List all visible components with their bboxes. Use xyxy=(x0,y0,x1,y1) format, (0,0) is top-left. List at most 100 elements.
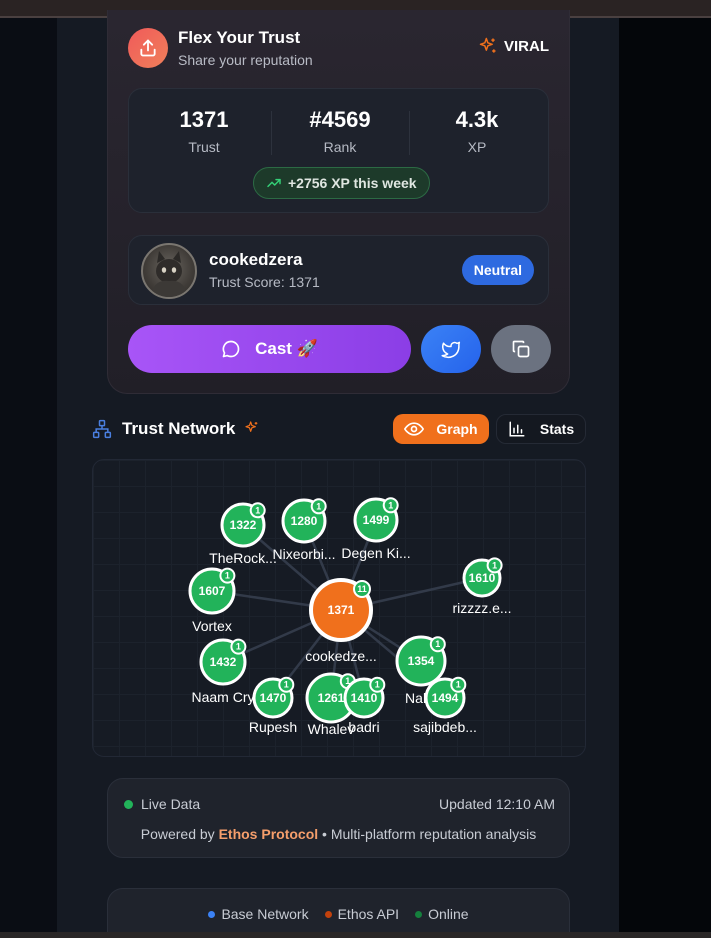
trust-network-graph[interactable]: 1322 1 TheRock... 1280 1 Nixeorbi... 1499 1 Dege… xyxy=(92,459,586,757)
eye-icon xyxy=(404,422,425,436)
network-node[interactable]: 16101 rizzzz.e... xyxy=(452,557,512,616)
graph-view-button[interactable]: Graph xyxy=(393,414,489,444)
node-score: 1371 xyxy=(328,603,355,617)
copy-button[interactable] xyxy=(491,325,551,373)
node-label: Degen Ki... xyxy=(341,545,410,561)
status-dot xyxy=(324,910,332,918)
status-ethos-label: Ethos API xyxy=(337,906,400,922)
share-icon[interactable] xyxy=(128,28,168,68)
stat-trust: 1371 Trust xyxy=(139,107,269,155)
node-label: Whalev xyxy=(308,721,355,737)
chat-bubble-icon xyxy=(222,340,240,358)
data-info-card: Live Data Updated 12:10 AM Powered by Et… xyxy=(107,778,570,858)
stat-rank-label: Rank xyxy=(323,139,357,155)
browser-bottom-bar xyxy=(0,932,711,938)
node-count: 11 xyxy=(357,584,367,594)
ethos-protocol-link[interactable]: Ethos Protocol xyxy=(219,826,319,842)
node-count: 1 xyxy=(236,642,241,652)
node-score: 1470 xyxy=(260,691,287,705)
user-trust-score: Trust Score: 1371 xyxy=(209,274,320,290)
node-count: 1 xyxy=(456,680,461,690)
trending-up-icon xyxy=(267,178,281,188)
network-icon xyxy=(92,419,112,439)
network-node-center[interactable]: 137111 cookedze... xyxy=(305,578,377,664)
trust-network-header: Trust Network Graph Stats xyxy=(92,413,586,447)
node-score: 1322 xyxy=(230,518,257,532)
node-score: 1261 xyxy=(318,691,345,705)
node-label: TheRock... xyxy=(209,550,277,566)
network-node[interactable]: 1432 1 Naam Cry xyxy=(191,638,255,705)
twitter-icon xyxy=(441,341,461,359)
stats-box: 1371 Trust #4569 Rank 4.3k XP +2756 XP t… xyxy=(128,88,549,213)
xp-week-badge: +2756 XP this week xyxy=(253,167,430,199)
node-count: 1 xyxy=(388,500,393,510)
network-node[interactable]: 1607 1 Vortex xyxy=(188,567,236,634)
sparkles-icon xyxy=(245,421,258,432)
section-title: Trust Network xyxy=(122,419,236,438)
viral-label: VIRAL xyxy=(504,37,549,55)
left-margin xyxy=(0,18,57,938)
status-online: Online xyxy=(415,906,469,922)
stat-xp: 4.3k XP xyxy=(412,107,542,155)
node-count: 1 xyxy=(225,571,230,581)
cast-button[interactable]: Cast 🚀 xyxy=(128,325,411,373)
powered-suffix: • Multi-platform reputation analysis xyxy=(318,826,537,842)
copy-icon xyxy=(512,340,530,358)
live-data-label: Live Data xyxy=(141,796,201,812)
network-graph-canvas[interactable]: 1322 1 TheRock... 1280 1 Nixeorbi... 1499 1 Dege… xyxy=(93,460,586,757)
cast-label: Cast 🚀 xyxy=(255,339,318,358)
status-dot xyxy=(415,910,423,918)
node-score: 1432 xyxy=(210,655,237,669)
status-base-network: Base Network xyxy=(208,906,309,922)
node-count: 1 xyxy=(492,560,497,570)
network-node[interactable]: 1280 1 Nixeorbi... xyxy=(272,498,336,562)
node-score: 1499 xyxy=(363,513,390,527)
node-score: 1494 xyxy=(432,691,459,705)
node-score: 1610 xyxy=(469,571,496,585)
status-dot xyxy=(208,910,216,918)
xp-week-text: +2756 XP this week xyxy=(288,175,417,191)
node-label: Nixeorbi... xyxy=(272,546,335,562)
stat-rank: #4569 Rank xyxy=(275,107,405,155)
stats-label: Stats xyxy=(539,421,575,437)
node-label: Rupesh xyxy=(249,719,297,735)
live-dot xyxy=(124,799,133,809)
viral-badge: VIRAL xyxy=(478,36,549,56)
username: cookedzera xyxy=(209,250,303,269)
node-score: 1410 xyxy=(351,691,378,705)
stat-trust-value: 1371 xyxy=(179,107,229,132)
right-margin xyxy=(619,18,711,938)
status-row: Base Network Ethos API Online xyxy=(108,906,569,922)
twitter-share-button[interactable] xyxy=(421,325,481,373)
user-card: cookedzera Trust Score: 1371 Neutral xyxy=(128,235,549,305)
node-count: 1 xyxy=(284,680,289,690)
network-node[interactable]: 1322 1 TheRock... xyxy=(209,502,277,566)
stats-view-button[interactable]: Stats xyxy=(496,414,586,444)
stat-xp-value: 4.3k xyxy=(455,107,499,132)
node-label: Naam Cry xyxy=(191,689,254,705)
node-count: 1 xyxy=(375,680,380,690)
share-card: Flex Your Trust Share your reputation VI… xyxy=(107,10,570,394)
node-label: Vortex xyxy=(192,618,232,634)
node-label: rizzzz.e... xyxy=(452,600,511,616)
status-ethos-api: Ethos API xyxy=(324,906,400,922)
share-subtitle: Share your reputation xyxy=(178,52,313,68)
status-card: Base Network Ethos API Online xyxy=(107,888,570,938)
stat-rank-value: #4569 xyxy=(309,107,371,132)
network-node[interactable]: 14701 Rupesh xyxy=(249,676,297,735)
live-data-indicator: Live Data xyxy=(124,796,200,812)
stat-xp-label: XP xyxy=(467,139,487,155)
graph-label: Graph xyxy=(436,421,478,437)
powered-prefix: Powered by xyxy=(140,826,219,842)
stat-trust-label: Trust xyxy=(188,139,220,155)
node-count: 1 xyxy=(316,501,321,511)
stat-divider xyxy=(271,111,272,155)
node-label: cookedze... xyxy=(305,648,377,664)
network-node[interactable]: 1499 1 Degen Ki... xyxy=(341,497,411,561)
network-node[interactable]: 14101 badri xyxy=(343,676,386,735)
share-title: Flex Your Trust xyxy=(178,28,301,47)
updated-time: Updated 12:10 AM xyxy=(439,796,555,812)
node-count: 1 xyxy=(255,505,260,515)
sparkles-icon xyxy=(479,37,496,53)
bar-chart-icon xyxy=(509,421,525,437)
